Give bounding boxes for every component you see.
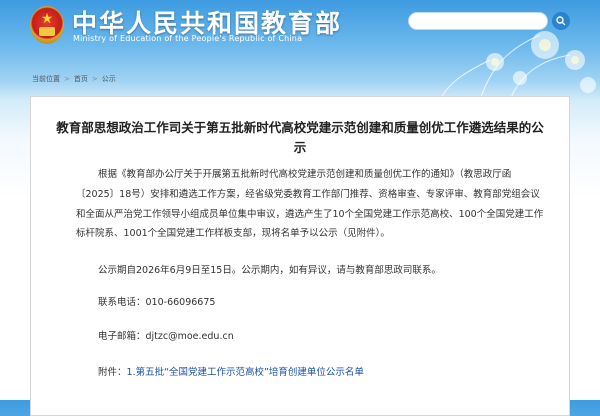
article-title: 教育部思想政治工作司关于第五批新时代高校党建示范创建和质量创优工作遴选结果的公示 <box>56 120 544 155</box>
breadcrumb-label: 当前位置 <box>32 75 60 83</box>
contact-email: 电子邮箱：djtzc@moe.edu.cn <box>98 328 234 342</box>
header: ★ 中华人民共和国教育部 Ministry of Education of th… <box>0 0 600 100</box>
phone-label: 联系电话： <box>98 297 146 308</box>
search-icon <box>556 16 566 26</box>
contact-phone: 联系电话：010-66096675 <box>98 294 215 308</box>
breadcrumb: 当前位置 > 首页 > 公示 <box>32 74 116 84</box>
search-input[interactable] <box>415 14 525 28</box>
breadcrumb-current[interactable]: 公示 <box>102 74 116 84</box>
search-button[interactable] <box>552 12 570 30</box>
breadcrumb-home-link[interactable]: 首页 <box>74 74 88 84</box>
email-label: 电子邮箱： <box>98 331 146 342</box>
attachment-link[interactable]: 1.第五批“全国党建工作示范高校”培育创建单位公示名单 <box>127 367 364 378</box>
national-emblem-icon: ★ <box>30 6 64 44</box>
phone-value: 010-66096675 <box>145 297 216 308</box>
breadcrumb-separator: > <box>91 75 98 83</box>
breadcrumb-separator: > <box>64 75 70 83</box>
search-box <box>408 12 548 30</box>
article-paragraph-2: 公示期自2026年6月9日至15日。公示期内，如有异议，请与教育部思政司联系。 <box>98 265 441 276</box>
paragraph-1-text: 根据《教育部办公厅关于开展第五批新时代高校党建示范创建和质量创优工作的通知》（教… <box>76 169 544 240</box>
site-subtitle: Ministry of Education of the People's Re… <box>73 34 303 43</box>
attachment: 附件：1.第五批“全国党建工作示范高校”培育创建单位公示名单 <box>98 364 364 378</box>
attachment-label: 附件： <box>98 367 127 378</box>
email-value[interactable]: djtzc@moe.edu.cn <box>146 331 234 342</box>
article-paragraph-1: 根据《教育部办公厅关于开展第五批新时代高校党建示范创建和质量创优工作的通知》（教… <box>76 165 544 244</box>
